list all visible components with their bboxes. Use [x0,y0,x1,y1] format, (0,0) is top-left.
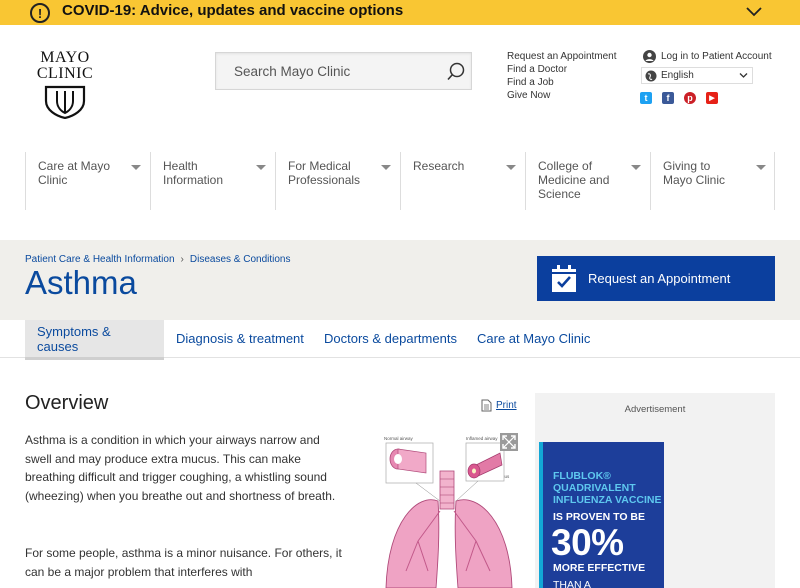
caret-down-icon [256,165,266,170]
caret-down-icon [631,165,641,170]
caret-down-icon [506,165,516,170]
search-box[interactable] [215,52,472,90]
nav-college-medicine[interactable]: College of Medicine and Science [525,152,650,210]
social-links: t f p ▶ [640,92,718,104]
mayo-clinic-logo[interactable]: MAYO CLINIC [33,50,97,119]
pinterest-icon[interactable]: p [684,92,696,104]
request-appointment-button[interactable]: Request an Appointment [537,256,775,301]
tab-diagnosis-treatment[interactable]: Diagnosis & treatment [164,320,316,357]
nav-research[interactable]: Research [400,152,525,210]
tab-label: Diagnosis & treatment [176,331,304,346]
twitter-icon[interactable]: t [640,92,652,104]
nav-label: College of Medicine and Science [538,159,610,201]
illustration-label-inflamed: Inflamed airway [466,436,498,441]
chevron-down-icon[interactable] [745,2,763,20]
alert-icon: ! [30,3,50,23]
tab-label: Symptoms & causes [37,323,111,354]
paragraph: For some people, asthma is a minor nuisa… [25,546,342,579]
page-title: Asthma [25,264,137,301]
caret-down-icon [131,165,141,170]
asthma-illustration[interactable]: Normal airway Inflamed airway Mucus [378,431,520,588]
nav-care-at-mayo[interactable]: Care at Mayo Clinic [25,152,150,210]
illustration-label-normal: Normal airway [384,436,414,441]
ad-text-product: FLUBLOK® QUADRIVALENT INFLUENZA VACCINE [553,470,662,506]
appointment-label: Request an Appointment [588,271,731,286]
search-input[interactable] [216,53,441,89]
nav-health-information[interactable]: Health Information [150,152,275,210]
shield-logo-icon [44,85,86,119]
ad-text-than: THAN A [553,579,591,588]
tab-care-at-mayo[interactable]: Care at Mayo Clinic [465,320,602,357]
user-icon [643,50,656,63]
facebook-icon[interactable]: f [662,92,674,104]
covid-alert-bar[interactable]: ! COVID-19: Advice, updates and vaccine … [0,0,800,25]
link-find-doctor[interactable]: Find a Doctor [507,63,617,76]
ad-label: Advertisement [624,404,686,415]
tab-label: Doctors & departments [324,331,457,346]
nav-label: Giving to Mayo Clinic [663,159,726,187]
tab-doctors-departments[interactable]: Doctors & departments [312,320,469,357]
link-request-appointment[interactable]: Request an Appointment [507,50,617,63]
language-label: English [661,70,694,81]
advertisement-banner[interactable]: FLUBLOK® QUADRIVALENT INFLUENZA VACCINE … [539,442,664,588]
calendar-check-icon [552,265,576,292]
login-label: Log in to Patient Account [661,51,772,62]
nav-label: Research [413,159,465,173]
main-navigation: Care at Mayo Clinic Health Information F… [25,152,775,210]
logo-line-1: MAYO [40,49,90,66]
link-find-job[interactable]: Find a Job [507,76,617,89]
nav-giving[interactable]: Giving to Mayo Clinic [650,152,775,210]
nav-label: For Medical Professionals [288,159,361,187]
login-link[interactable]: Log in to Patient Account [643,50,772,63]
youtube-icon[interactable]: ▶ [706,92,718,104]
tab-symptoms-causes[interactable]: Symptoms & causes [25,320,164,357]
language-select[interactable]: English [641,67,753,84]
nav-medical-professionals[interactable]: For Medical Professionals [275,152,400,210]
ad-accent-bar [539,442,543,588]
expand-image-button[interactable] [500,433,518,451]
active-tab-indicator [25,357,164,360]
globe-icon [645,70,657,82]
ad-text-effective: MORE EFFECTIVE [553,562,646,574]
caret-down-icon [381,165,391,170]
print-link[interactable]: Print [481,399,517,412]
breadcrumb-item[interactable]: Diseases & Conditions [190,254,291,265]
logo-line-2: CLINIC [36,65,94,82]
chevron-down-icon [739,73,748,78]
breadcrumb-separator: › [180,254,184,265]
alert-text[interactable]: COVID-19: Advice, updates and vaccine op… [62,2,403,19]
print-label: Print [496,400,517,411]
nav-label: Health Information [163,159,224,187]
print-icon [481,399,492,412]
utility-links: Request an Appointment Find a Doctor Fin… [507,50,617,102]
link-give-now[interactable]: Give Now [507,89,617,102]
paragraph: Asthma is a condition in which your airw… [25,433,336,504]
nav-label: Care at Mayo Clinic [38,159,111,187]
tab-label: Care at Mayo Clinic [477,331,591,346]
caret-down-icon [756,165,766,170]
expand-icon [502,435,516,449]
ad-text-percent: 30% [551,522,624,563]
search-icon[interactable] [446,62,466,82]
section-heading: Overview [25,392,109,414]
